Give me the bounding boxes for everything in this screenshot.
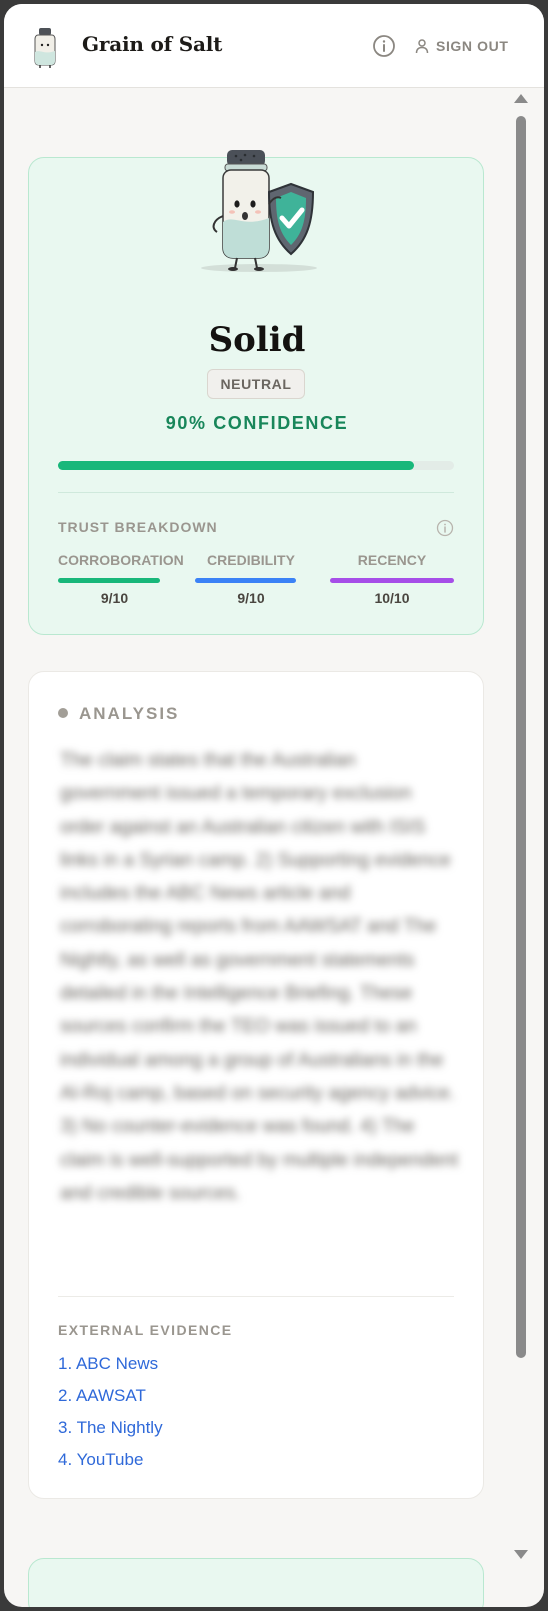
- metric-bar: [330, 578, 454, 583]
- info-circle-icon[interactable]: [436, 519, 454, 537]
- metric-credibility: CREDIBILITY 9/10: [195, 552, 307, 606]
- trust-breakdown-label: TRUST BREAKDOWN: [58, 519, 218, 535]
- evidence-link[interactable]: 4. YouTube: [58, 1446, 163, 1478]
- metric-label: CREDIBILITY: [207, 552, 295, 568]
- metric-recency: RECENCY 10/10: [330, 552, 454, 606]
- evidence-link[interactable]: 1. ABC News: [58, 1350, 163, 1382]
- divider: [58, 1296, 454, 1297]
- analysis-card: ANALYSIS The claim states that the Austr…: [28, 671, 484, 1499]
- scroll-up-arrow-icon[interactable]: [514, 94, 528, 103]
- info-circle-icon[interactable]: [372, 34, 396, 58]
- confidence-label: 90% CONFIDENCE: [165, 413, 349, 433]
- verdict-card: Solid NEUTRAL 90% CONFIDENCE TRUST BREAK…: [28, 150, 484, 635]
- top-bar: Grain of Salt SIGN OUT: [4, 4, 544, 88]
- stance-badge: NEUTRAL: [207, 369, 305, 399]
- divider: [58, 492, 454, 493]
- next-card: [28, 1558, 484, 1607]
- metric-bar: [195, 578, 296, 583]
- sign-out-label: SIGN OUT: [436, 38, 509, 54]
- analysis-text: The claim states that the Australian gov…: [60, 750, 459, 1204]
- scroll-down-arrow-icon[interactable]: [514, 1550, 528, 1559]
- sign-out-button[interactable]: SIGN OUT: [414, 37, 508, 55]
- evidence-list: 1. ABC News 2. AAWSAT 3. The Nightly 4. …: [58, 1350, 163, 1478]
- scrollbar-thumb[interactable]: [516, 116, 526, 1358]
- evidence-link[interactable]: 3. The Nightly: [58, 1414, 163, 1446]
- app-window: Grain of Salt SIGN OUT Solid NEUTRAL 90%…: [4, 4, 544, 1607]
- salt-shaker-shield-mascot-icon: [201, 150, 317, 272]
- confidence-progress-bar: [58, 461, 454, 470]
- external-evidence-label: EXTERNAL EVIDENCE: [58, 1322, 233, 1338]
- metric-value: 10/10: [374, 590, 410, 606]
- metric-bar: [58, 578, 160, 583]
- analysis-label: ANALYSIS: [79, 704, 180, 723]
- user-icon: [415, 39, 429, 54]
- verdict-title: Solid: [208, 320, 306, 360]
- app-title: Grain of Salt: [82, 32, 223, 56]
- salt-shaker-logo-icon: [34, 28, 56, 68]
- metric-value: 9/10: [237, 590, 265, 606]
- metric-label: RECENCY: [357, 552, 427, 568]
- metric-corroboration: CORROBORATION 9/10: [58, 552, 184, 606]
- confidence-progress-fill: [58, 461, 415, 470]
- evidence-link[interactable]: 2. AAWSAT: [58, 1382, 163, 1414]
- metric-label: CORROBORATION: [58, 552, 184, 568]
- metric-value: 9/10: [100, 590, 129, 606]
- bullet-dot-icon: [58, 708, 68, 718]
